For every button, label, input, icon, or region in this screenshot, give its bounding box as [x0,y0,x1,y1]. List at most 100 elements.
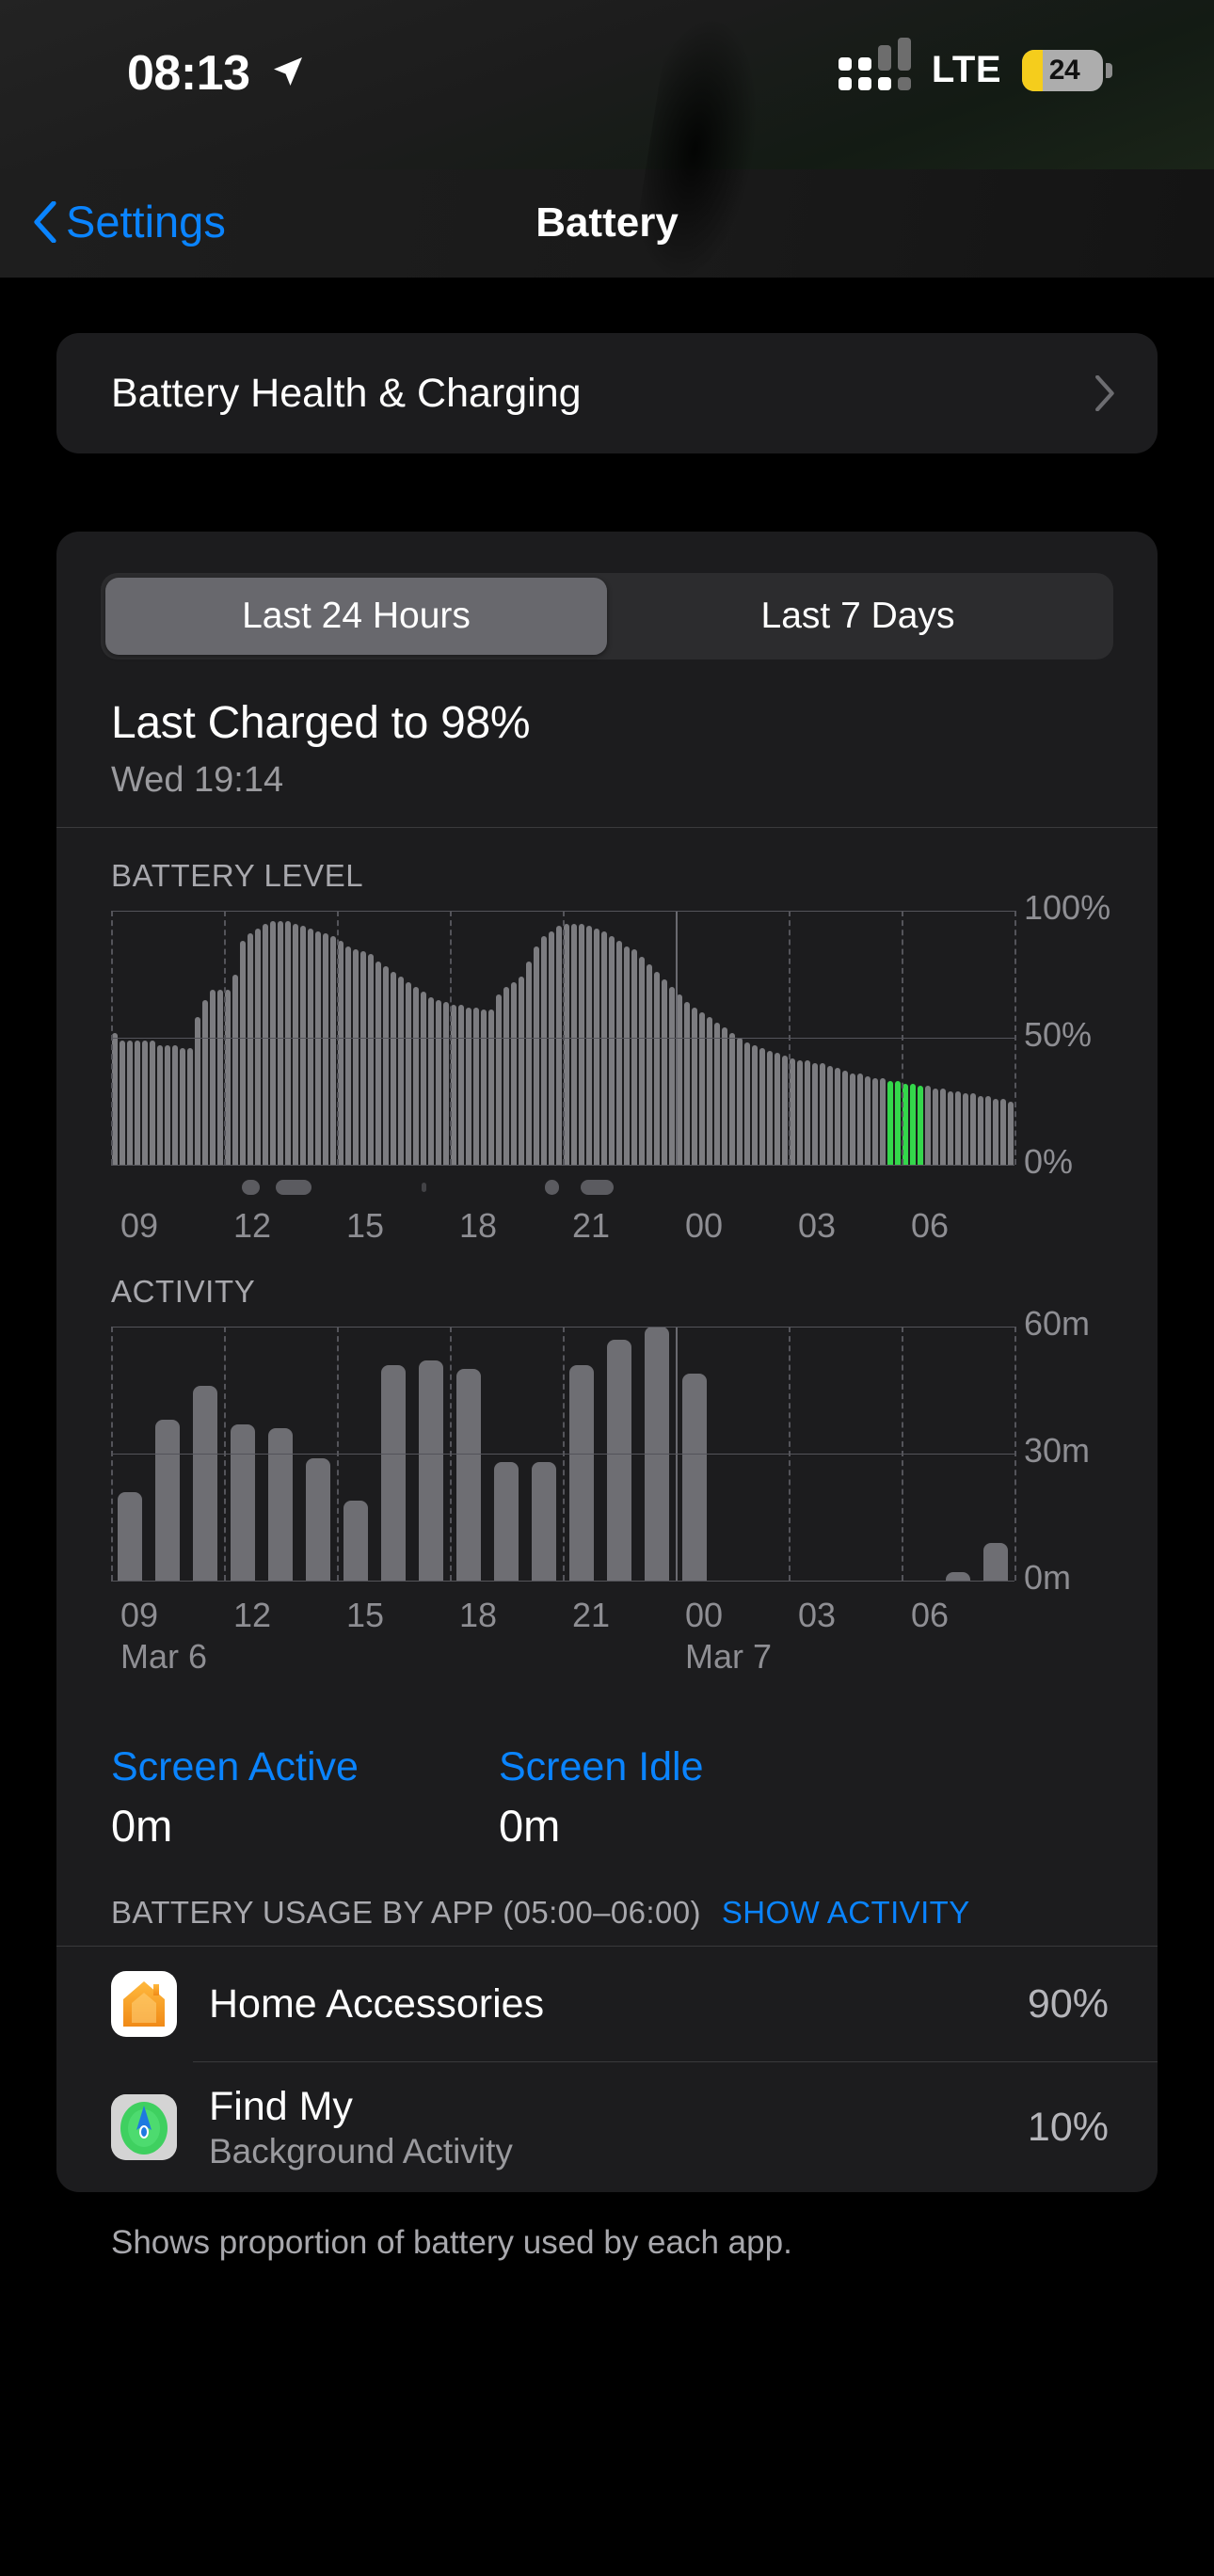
battery-level-bar [534,946,539,1165]
activity-bar [306,1457,330,1581]
battery-level-bar [511,981,517,1165]
battery-level-bar [308,928,313,1165]
battery-level-bar [872,1078,878,1165]
gridline [111,1038,1014,1039]
battery-level-bar [142,1040,148,1165]
battery-level-bar [345,946,351,1165]
battery-level-bar [1000,1098,1006,1165]
x-axis-tick-label: 00 [685,1596,724,1634]
battery-level-bar [375,962,381,1165]
battery-level-bar [918,1086,923,1165]
last-charged-subtitle: Wed 19:14 [111,760,284,800]
battery-level-bar [639,956,645,1165]
battery-level-bar [217,989,223,1165]
battery-level-bar [519,977,524,1165]
battery-percent-label: 24 [1048,54,1080,86]
x-axis-tick-label: 09 [120,1596,159,1634]
activity-day-labels: Mar 6 Mar 7 [111,1637,1014,1684]
battery-level-bar [443,1002,449,1165]
battery-level-bar [978,1096,983,1165]
screen-time-summary: Screen Active 0m Screen Idle 0m [111,1744,1158,1852]
battery-level-bar [963,1093,968,1165]
battery-level-bar [609,936,615,1165]
battery-level-bar [820,1063,825,1165]
battery-level-bar [662,978,667,1165]
x-axis-tick-label: 03 [798,1206,837,1245]
battery-level-bar [473,1007,479,1165]
app-usage-row-findmy[interactable]: Find My Background Activity 10% [56,2062,1158,2192]
app-name: Find My [209,2083,353,2129]
x-axis-tick-label: 06 [911,1206,950,1245]
app-name: Home Accessories [209,1980,545,2027]
battery-level-bar [993,1098,998,1165]
battery-level-bar [436,999,441,1165]
battery-level-bar [654,971,660,1165]
time-range-segmented-control[interactable]: Last 24 Hours Last 7 Days [101,573,1113,660]
battery-level-bar [692,1007,697,1165]
battery-level-bar [526,962,532,1165]
x-axis-tick-label: 12 [233,1206,272,1245]
activity-bar [343,1500,368,1581]
activity-x-axis: 09 12 15 18 21 00 03 06 [111,1582,1014,1639]
activity-y-axis: 0m 30m 60m [1024,1304,1193,1597]
battery-level-bar [541,936,547,1165]
battery-level-bar [488,1010,494,1165]
battery-level-bar [737,1038,743,1165]
vertical-gridline [1014,1327,1016,1581]
screen-idle-value: 0m [499,1801,561,1851]
battery-health-row[interactable]: Battery Health & Charging [56,333,1158,453]
battery-level-bar [624,946,630,1165]
x-axis-tick-label: 00 [685,1206,724,1245]
battery-level-bar [775,1053,780,1165]
location-arrow-icon [274,57,302,86]
x-axis-tick-label: 21 [572,1596,611,1634]
battery-level-bar [1008,1101,1014,1165]
battery-level-bar [195,1017,200,1165]
battery-level-bar [677,994,682,1165]
battery-level-bar [330,936,336,1165]
activity-chart[interactable]: 0m 30m 60m 09 12 15 18 21 00 03 06 Mar 6 Mar 7 [56,1304,1158,1703]
activity-bar [381,1364,406,1581]
usage-header-label: BATTERY USAGE BY APP (05:00–06:00) [111,1895,701,1930]
activity-bar [569,1364,594,1581]
y-axis-tick-label: 100% [1024,888,1111,927]
battery-level-bar [812,1063,818,1165]
x-axis-tick-label: 12 [233,1596,272,1634]
battery-level-bar [210,989,216,1165]
battery-level-bar [451,1004,456,1165]
battery-level-bar [948,1090,953,1165]
status-bar-clock: 08:13 [127,46,250,101]
battery-level-bar [406,981,411,1165]
app-subtitle: Background Activity [209,2131,513,2171]
screen-idle-block[interactable]: Screen Idle 0m [499,1744,887,1852]
segment-last-24-hours[interactable]: Last 24 Hours [105,578,607,655]
activity-bar [155,1420,180,1581]
activity-bar [983,1542,1008,1581]
battery-level-bar [767,1050,773,1165]
battery-usage-by-app-header: BATTERY USAGE BY APP (05:00–06:00) SHOW … [111,1895,1158,1931]
battery-level-bar [466,1007,471,1165]
battery-level-chart[interactable]: 0% 50% 100% 09 12 15 18 21 00 03 06 [56,888,1158,1249]
screen-active-block[interactable]: Screen Active 0m [111,1744,499,1852]
usage-footer-note: Shows proportion of battery used by each… [111,2224,792,2261]
battery-level-bar [955,1090,961,1165]
x-axis-tick-label: 21 [572,1206,611,1245]
gridline [111,911,1014,912]
battery-level-bar [729,1032,735,1165]
y-axis-tick-label: 0% [1024,1142,1074,1181]
app-usage-row-home[interactable]: Home Accessories 90% [56,1947,1158,2061]
segment-last-7-days[interactable]: Last 7 Days [607,578,1109,655]
divider [56,827,1158,828]
battery-level-bar [556,926,562,1165]
battery-level-bar [564,923,569,1165]
show-activity-button[interactable]: SHOW ACTIVITY [722,1895,970,1931]
screen-active-label: Screen Active [111,1744,359,1789]
screen-idle-label: Screen Idle [499,1744,704,1789]
battery-level-bar [827,1065,833,1165]
x-axis-tick-label: 06 [911,1596,950,1634]
battery-level-bar [255,928,261,1165]
battery-level-bar [805,1060,810,1165]
battery-level-bar [925,1086,931,1165]
battery-level-bar [503,987,509,1165]
status-bar-indicators: LTE 24 [838,37,1112,91]
